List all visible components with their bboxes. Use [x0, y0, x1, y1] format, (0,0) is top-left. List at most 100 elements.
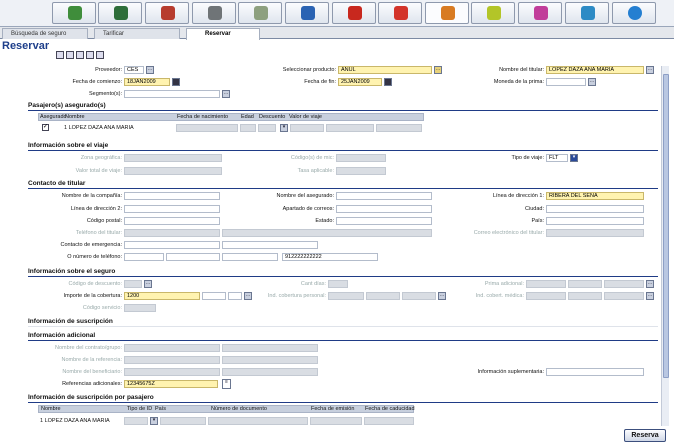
asegurado-field[interactable]: [336, 192, 432, 200]
dir2-field[interactable]: [124, 205, 220, 213]
reserva-button[interactable]: Reserva: [624, 429, 666, 442]
section-pasajeros[interactable]: Pasajero(s) asegurado(s): [28, 102, 106, 109]
proveedor-field[interactable]: CES: [124, 66, 144, 74]
segmentos-lookup-button[interactable]: …: [222, 90, 230, 98]
servicio-field[interactable]: [124, 304, 156, 312]
proveedor-lookup-button[interactable]: …: [146, 66, 154, 74]
descuento-field[interactable]: [258, 124, 276, 132]
zona-field[interactable]: [124, 154, 222, 162]
tab-busqueda[interactable]: Búsqueda de seguro: [2, 28, 88, 39]
list-icon[interactable]: ≡: [222, 379, 231, 389]
estado-field[interactable]: [336, 217, 432, 225]
telefono-titular-extra[interactable]: [222, 229, 432, 237]
beneficiario-field-2[interactable]: [222, 368, 318, 376]
importe-currency[interactable]: [202, 292, 226, 300]
descuento-lookup-button[interactable]: …: [144, 280, 152, 288]
tipo-id-dropdown[interactable]: ▾: [150, 417, 158, 425]
prima-field[interactable]: [526, 280, 566, 288]
tab-reservar[interactable]: Reservar: [186, 28, 260, 40]
tasa-field[interactable]: [336, 167, 386, 175]
phone-icon[interactable]: [565, 2, 609, 24]
ind-medica-field[interactable]: [526, 292, 566, 300]
descuento-code-field[interactable]: [124, 280, 142, 288]
fecha-caducidad-field[interactable]: [364, 417, 414, 425]
telefono-prefijo[interactable]: [124, 253, 164, 261]
fecha-comienzo-field[interactable]: 18JAN2009: [124, 78, 170, 86]
suplementaria-field[interactable]: [546, 368, 644, 376]
info-icon[interactable]: [612, 2, 656, 24]
tag-icon[interactable]: [518, 2, 562, 24]
flag-icon[interactable]: [378, 2, 422, 24]
scrollbar-thumb[interactable]: [663, 74, 669, 378]
descuento-dropdown[interactable]: ▾: [280, 124, 288, 132]
correo-field[interactable]: [546, 229, 644, 237]
valor-viaje-extra[interactable]: [376, 124, 422, 132]
postal-field[interactable]: [124, 217, 220, 225]
section-susc-pasajero[interactable]: Información de suscripción por pasajero: [28, 394, 154, 401]
prima-lookup-button[interactable]: …: [646, 280, 654, 288]
calendar-icon[interactable]: [384, 78, 392, 86]
importe-field[interactable]: 1200: [124, 292, 200, 300]
telefono-field[interactable]: 912222222222: [282, 253, 378, 261]
emergencia-field-2[interactable]: [222, 241, 318, 249]
tab-tarificar[interactable]: Tarificar: [94, 28, 180, 39]
fecha-nacimiento-field[interactable]: [176, 124, 238, 132]
beneficiario-field[interactable]: [124, 368, 220, 376]
notes-icon[interactable]: [56, 51, 64, 59]
documento-field[interactable]: [208, 417, 308, 425]
moneda-field[interactable]: [546, 78, 586, 86]
referencia-field-2[interactable]: [222, 356, 318, 364]
referencias-field[interactable]: 12345675Z: [124, 380, 218, 388]
segmentos-field[interactable]: [124, 90, 220, 98]
referencia-field[interactable]: [124, 356, 220, 364]
valor-viaje-currency[interactable]: [326, 124, 374, 132]
tree-icon[interactable]: [238, 2, 282, 24]
tipo-viaje-field[interactable]: FLT: [546, 154, 568, 162]
ind-personal-field-2[interactable]: [366, 292, 400, 300]
ind-medica-field-3[interactable]: [604, 292, 644, 300]
apartado-field[interactable]: [336, 205, 432, 213]
save-icon[interactable]: [76, 51, 84, 59]
print-icon[interactable]: [66, 51, 74, 59]
ciudad-field[interactable]: [546, 205, 644, 213]
dir1-field[interactable]: RIBERA DEL SENA: [546, 192, 644, 200]
clock-icon[interactable]: [192, 2, 236, 24]
importe-extra[interactable]: [228, 292, 242, 300]
section-suscripcion[interactable]: Información de suscripción: [28, 318, 113, 325]
prima-field-2[interactable]: [568, 280, 602, 288]
valor-viaje-field[interactable]: [290, 124, 324, 132]
ind-personal-field[interactable]: [328, 292, 364, 300]
telefono-titular-field[interactable]: [124, 229, 220, 237]
section-viaje[interactable]: Información sobre el viaje: [28, 142, 108, 149]
emergencia-field[interactable]: [124, 241, 220, 249]
car-icon[interactable]: [285, 2, 329, 24]
contrato-field-2[interactable]: [222, 344, 318, 352]
moneda-lookup-button[interactable]: …: [588, 78, 596, 86]
telefono-area[interactable]: [166, 253, 220, 261]
tipo-viaje-dropdown[interactable]: ▾: [570, 154, 578, 162]
earth-icon[interactable]: [52, 2, 96, 24]
pais-doc-field[interactable]: [160, 417, 206, 425]
leaf-icon[interactable]: [471, 2, 515, 24]
person-icon[interactable]: [145, 2, 189, 24]
tools-icon[interactable]: [86, 51, 94, 59]
tipo-id-field[interactable]: [124, 417, 148, 425]
map-icon[interactable]: [98, 2, 142, 24]
compania-field[interactable]: [124, 192, 220, 200]
umbrella-icon[interactable]: [425, 2, 469, 24]
valor-total-field[interactable]: [124, 167, 222, 175]
telefono-extra[interactable]: [222, 253, 278, 261]
flag-icon[interactable]: [332, 2, 376, 24]
ind-personal-field-3[interactable]: [402, 292, 436, 300]
titular-lookup-button[interactable]: …: [646, 66, 654, 74]
pais-field[interactable]: [546, 217, 644, 225]
contrato-field[interactable]: [124, 344, 220, 352]
section-seguro[interactable]: Información sobre el seguro: [28, 268, 115, 275]
prima-field-3[interactable]: [604, 280, 644, 288]
producto-lookup-button[interactable]: …: [434, 66, 442, 74]
asegurado-checkbox[interactable]: ✓: [42, 124, 49, 131]
edad-field[interactable]: [240, 124, 256, 132]
cant-field[interactable]: [328, 280, 348, 288]
ind-medica-lookup-button[interactable]: …: [646, 292, 654, 300]
ind-medica-field-2[interactable]: [568, 292, 602, 300]
